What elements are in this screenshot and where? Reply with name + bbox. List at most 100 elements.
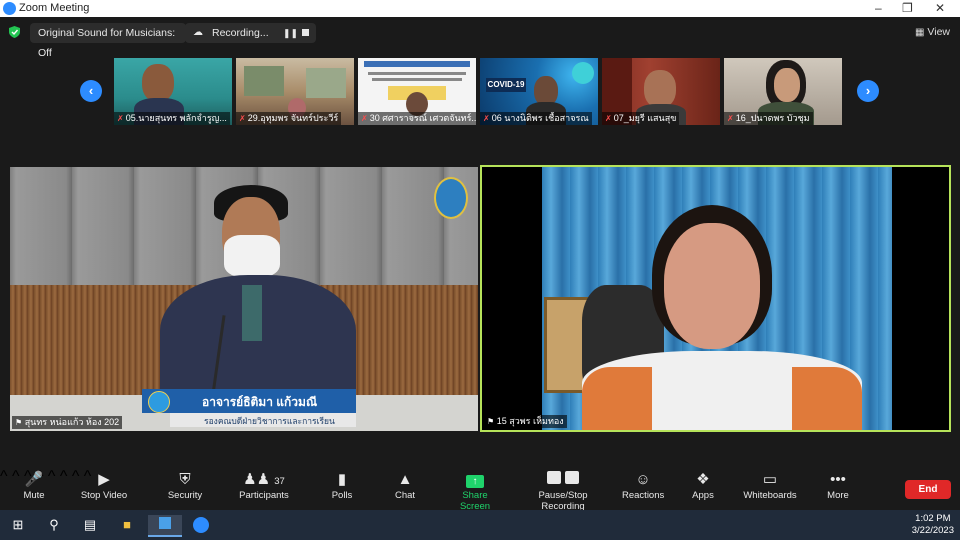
participant-name-tag: ✗ 07_มยุรี แสนสุข <box>602 112 680 125</box>
participant-thumbnail[interactable]: ✗ 16_ปนาดพร บัวชุม <box>724 58 842 125</box>
task-view-icon[interactable]: ▤ <box>80 515 100 535</box>
window-titlebar: Zoom Meeting – ❐ ✕ <box>0 0 960 17</box>
participant-name-tag: ⚑ 15 สุวพร เห็มทอง <box>484 415 567 428</box>
whiteboard-icon: ▭ <box>762 471 778 488</box>
more-button[interactable]: ••• More <box>824 470 852 501</box>
mute-label: Mute <box>23 490 45 501</box>
participant-name-tag: ✗ 06 นางนิติพร เชื้อสาจรณ <box>480 112 592 125</box>
close-icon[interactable]: ✕ <box>935 1 945 15</box>
recording-label: Pause/Stop Recording <box>538 490 588 512</box>
participant-name: 15 สุวพร เห็มทอง <box>496 416 564 426</box>
zoom-taskbar-icon[interactable] <box>191 515 211 535</box>
participant-thumbnail[interactable]: ✗ 05.นายสุนทร พลักจำรูญ... <box>114 58 232 125</box>
pause-recording-icon[interactable]: ❚❚ <box>283 23 298 43</box>
polls-button[interactable]: ▮ Polls <box>326 470 358 501</box>
share-screen-label: Share Screen <box>459 490 491 512</box>
audio-options-caret-icon[interactable]: ^ <box>0 468 8 485</box>
muted-mic-icon: ✗ <box>727 114 734 123</box>
participants-count: 37 <box>274 476 285 487</box>
mute-button[interactable]: 🎤 Mute <box>18 470 50 501</box>
grid-view-icon: ▦ <box>915 27 925 38</box>
muted-mic-icon: ✗ <box>361 114 368 123</box>
clock-time: 1:02 PM <box>915 513 951 524</box>
gallery-next-button[interactable]: › <box>857 80 879 102</box>
recording-indicator: ☁ Recording... ❚❚ <box>185 23 316 43</box>
windows-taskbar: ⊞ ⚲ ▤ ■ 1:02 PM 3/22/2023 <box>0 510 960 540</box>
chevron-right-icon: › <box>865 83 871 98</box>
muted-mic-icon: ✗ <box>117 114 124 123</box>
search-icon[interactable]: ⚲ <box>44 515 64 535</box>
more-dots-icon: ••• <box>830 471 846 488</box>
participant-name: 07_มยุรี แสนสุข <box>613 113 677 123</box>
reactions-button[interactable]: ☺ Reactions <box>622 470 664 501</box>
video-camera-icon: ▶ <box>98 471 110 488</box>
muted-mic-icon: ✗ <box>483 114 490 123</box>
original-sound-toggle[interactable]: Original Sound for Musicians: Off <box>30 23 186 59</box>
restore-icon[interactable]: ❐ <box>902 1 913 15</box>
participant-name-tag: ✗ 05.นายสุนทร พลักจำรูญ... <box>114 112 230 125</box>
bar-chart-icon: ▮ <box>337 471 347 488</box>
participant-thumbnail[interactable]: COVID-19 ✗ 06 นางนิติพร เชื้อสาจรณ <box>480 58 598 125</box>
end-meeting-button[interactable]: End <box>905 480 951 499</box>
participants-label: Participants <box>239 490 289 501</box>
more-label: More <box>827 490 849 501</box>
participant-name: 30 ศศาราจรณ์ เศวตจันทร์... <box>369 113 476 123</box>
muted-mic-icon: ✗ <box>239 114 246 123</box>
participants-button[interactable]: ♟♟ 37 Participants <box>236 470 292 501</box>
apps-button[interactable]: ❖ Apps <box>690 470 716 501</box>
participant-name: 16_ปนาดพร บัวชุม <box>735 113 810 123</box>
chat-button[interactable]: ▲ Chat <box>390 470 420 501</box>
pause-stop-recording-button[interactable]: Pause/Stop Recording <box>518 470 608 512</box>
polls-label: Polls <box>331 490 353 501</box>
smiley-icon: ☺ <box>635 471 651 488</box>
whiteboards-button[interactable]: ▭ Whiteboards <box>742 470 798 501</box>
video-tile-active-speaker[interactable]: ⚑ 15 สุวพร เห็มทอง <box>480 165 951 432</box>
apps-label: Apps <box>692 490 714 501</box>
security-label: Security <box>167 490 203 501</box>
encryption-shield-icon[interactable] <box>9 26 20 38</box>
view-button[interactable]: ▦ View <box>915 26 950 38</box>
participant-name-tag: ✗ 29.อุทุมพร จันทร์ประวีร์ <box>236 112 342 125</box>
stop-recording-icon[interactable] <box>302 29 309 36</box>
participant-thumbnail[interactable]: ✗ 30 ศศาราจรณ์ เศวตจันทร์... <box>358 58 476 125</box>
security-button[interactable]: ⛨ Security <box>164 470 206 501</box>
video-tile-presenter[interactable]: อาจารย์ธิติมา แก้วมณี รองคณบดีฝ่ายวิชากา… <box>10 167 478 431</box>
stop-video-label: Stop Video <box>80 490 128 501</box>
system-clock[interactable]: 1:02 PM 3/22/2023 <box>912 513 954 537</box>
chat-bubble-icon: ▲ <box>397 471 413 488</box>
muted-mic-icon: ✗ <box>605 114 612 123</box>
window-title: Zoom Meeting <box>19 2 90 14</box>
windows-start-icon[interactable]: ⊞ <box>8 515 28 535</box>
chevron-left-icon: ‹ <box>88 83 94 98</box>
gallery-prev-button[interactable]: ‹ <box>80 80 102 102</box>
participant-thumbnail[interactable]: ✗ 07_มยุรี แสนสุข <box>602 58 720 125</box>
share-screen-button[interactable]: ↑ Share Screen <box>446 470 504 512</box>
recording-status-label: Recording... <box>212 27 269 39</box>
pause-stop-icon <box>518 470 608 490</box>
lower-third-title: รองคณบดีฝ่ายวิชาการและการเรียน <box>204 416 335 426</box>
file-explorer-icon[interactable]: ■ <box>117 515 137 535</box>
reactions-options-caret-icon[interactable]: ^ <box>60 468 68 485</box>
minimize-icon[interactable]: – <box>875 1 882 15</box>
participant-name-tag: ⚑ สุนทร หน่อแก้ว ห้อง 202 <box>12 416 123 429</box>
participants-icon: ♟♟ 37 <box>243 471 285 488</box>
lower-third-name: อาจารย์ธิติมา แก้วมณี <box>202 395 318 409</box>
pinned-icon: ⚑ <box>487 417 495 426</box>
participant-thumbnail[interactable]: ✗ 29.อุทุมพร จันทร์ประวีร์ <box>236 58 354 125</box>
participant-name-tag: ✗ 30 ศศาราจรณ์ เศวตจันทร์... <box>358 112 476 125</box>
running-app-icon[interactable] <box>148 515 182 537</box>
university-emblem-icon <box>434 177 468 219</box>
clock-date: 3/22/2023 <box>911 525 954 536</box>
apps-icon: ❖ <box>696 471 710 488</box>
banner-emblem-icon <box>148 391 170 413</box>
cloud-record-icon: ☁ <box>193 27 203 38</box>
lower-third-subtitle-box: รองคณบดีฝ่ายวิชาการและการเรียน <box>170 413 356 427</box>
stop-video-button[interactable]: ▶ Stop Video <box>78 470 130 501</box>
lower-third-banner: อาจารย์ธิติมา แก้วมณี <box>142 389 356 413</box>
whiteboards-label: Whiteboards <box>743 490 797 501</box>
participant-name: 29.อุทุมพร จันทร์ประวีร์ <box>247 113 339 123</box>
participant-name: สุนทร หน่อแก้ว ห้อง 202 <box>24 417 120 427</box>
pinned-icon: ⚑ <box>15 418 23 427</box>
meeting-controls-toolbar: 🎤 Mute ^ ▶ Stop Video ^ ⛨ Security ♟♟ 37… <box>0 468 960 512</box>
participant-gallery-strip: ‹ ✗ 05.นายสุนทร พลักจำรูญ... ✗ 29.อุทุมพร … <box>0 58 960 126</box>
